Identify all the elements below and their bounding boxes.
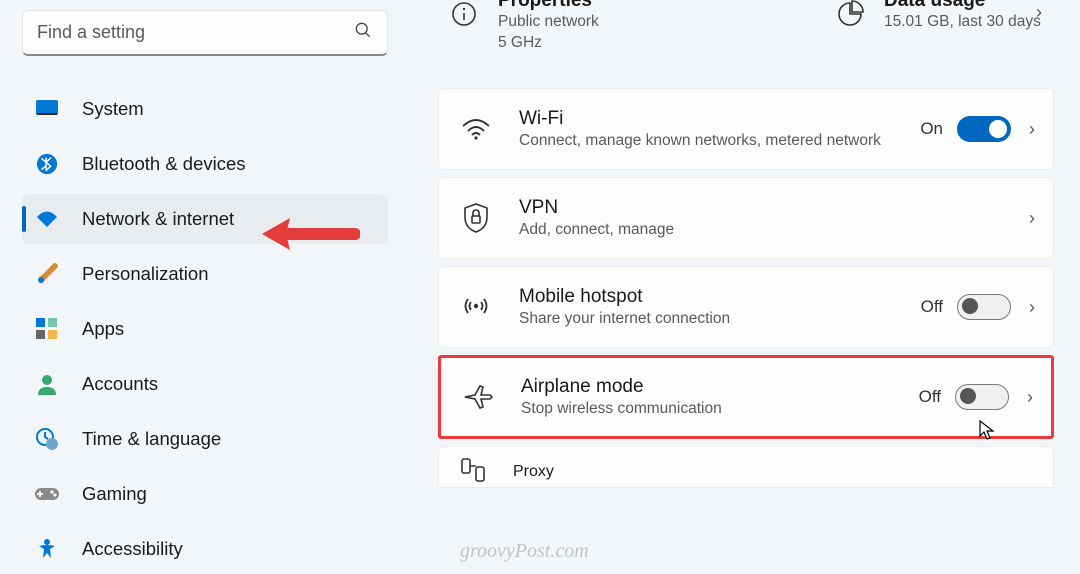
sidebar-item-bluetooth[interactable]: Bluetooth & devices <box>22 139 388 189</box>
chevron-right-icon[interactable]: › <box>1036 2 1042 23</box>
card-subtitle: Add, connect, manage <box>519 221 1029 239</box>
card-title: Wi-Fi <box>519 108 920 130</box>
search-icon <box>353 20 373 45</box>
data-usage-summary[interactable]: Data usage 15.01 GB, last 30 days <box>824 0 1054 70</box>
brush-icon <box>34 261 60 287</box>
data-usage-title: Data usage <box>884 0 1041 12</box>
sidebar-item-accounts[interactable]: Accounts <box>22 359 388 409</box>
sidebar-item-accessibility[interactable]: Accessibility <box>22 524 388 574</box>
toggle-state: Off <box>919 387 941 407</box>
sidebar-item-time[interactable]: Time & language <box>22 414 388 464</box>
airplane-toggle[interactable] <box>955 384 1009 410</box>
accessibility-icon <box>34 536 60 562</box>
apps-icon <box>34 316 60 342</box>
properties-summary[interactable]: Properties Public network 5 GHz <box>438 0 824 70</box>
card-subtitle: Connect, manage known networks, metered … <box>519 132 920 150</box>
toggle-state: On <box>920 119 943 139</box>
person-icon <box>34 371 60 397</box>
card-title: Proxy <box>513 463 554 481</box>
sidebar-item-label: Bluetooth & devices <box>82 153 246 175</box>
sidebar-item-label: Accessibility <box>82 538 183 560</box>
sidebar-item-label: Gaming <box>82 483 147 505</box>
watermark: groovyPost.com <box>460 540 589 563</box>
wifi-toggle[interactable] <box>957 116 1011 142</box>
chevron-right-icon[interactable]: › <box>1029 297 1035 318</box>
sidebar-item-network[interactable]: Network & internet <box>22 194 388 244</box>
card-wifi[interactable]: Wi-Fi Connect, manage known networks, me… <box>438 88 1054 170</box>
sidebar-item-label: Personalization <box>82 263 209 285</box>
main-panel: Properties Public network 5 GHz Data usa… <box>398 0 1080 569</box>
sidebar-item-label: Network & internet <box>82 208 234 230</box>
shield-icon <box>459 202 493 234</box>
pie-chart-icon <box>834 0 866 30</box>
hotspot-toggle[interactable] <box>957 294 1011 320</box>
bluetooth-icon <box>34 151 60 177</box>
wifi-icon <box>34 206 60 232</box>
card-subtitle: Share your internet connection <box>519 310 921 328</box>
card-airplane-mode[interactable]: Airplane mode Stop wireless communicatio… <box>438 355 1054 439</box>
card-hotspot[interactable]: Mobile hotspot Share your internet conne… <box>438 266 1054 348</box>
info-icon <box>448 0 480 30</box>
sidebar-item-apps[interactable]: Apps <box>22 304 388 354</box>
properties-title: Properties <box>498 0 599 12</box>
sidebar-item-label: System <box>82 98 144 120</box>
sidebar-item-system[interactable]: System <box>22 84 388 134</box>
properties-sub2: 5 GHz <box>498 33 599 54</box>
clock-globe-icon <box>34 426 60 452</box>
chevron-right-icon[interactable]: › <box>1029 119 1035 140</box>
hotspot-icon <box>459 293 493 321</box>
card-title: Airplane mode <box>521 376 919 398</box>
sidebar: System Bluetooth & devices Network & int… <box>0 0 398 569</box>
sidebar-item-gaming[interactable]: Gaming <box>22 469 388 519</box>
system-icon <box>34 96 60 122</box>
card-proxy[interactable]: Proxy <box>438 446 1054 488</box>
sidebar-item-label: Accounts <box>82 373 158 395</box>
cursor-icon <box>979 420 997 447</box>
card-vpn[interactable]: VPN Add, connect, manage › <box>438 177 1054 259</box>
sidebar-nav: System Bluetooth & devices Network & int… <box>22 84 388 574</box>
card-subtitle: Stop wireless communication <box>521 400 919 418</box>
search-input-container[interactable] <box>22 10 388 56</box>
sidebar-item-label: Time & language <box>82 428 221 450</box>
card-title: VPN <box>519 197 1029 219</box>
card-title: Mobile hotspot <box>519 286 921 308</box>
sidebar-item-personalization[interactable]: Personalization <box>22 249 388 299</box>
wifi-icon <box>459 116 493 142</box>
chevron-right-icon[interactable]: › <box>1027 387 1033 408</box>
properties-sub1: Public network <box>498 12 599 33</box>
top-summary-row: Properties Public network 5 GHz Data usa… <box>438 0 1054 70</box>
data-usage-sub: 15.01 GB, last 30 days <box>884 12 1041 33</box>
toggle-state: Off <box>921 297 943 317</box>
chevron-right-icon[interactable]: › <box>1029 208 1035 229</box>
sidebar-item-label: Apps <box>82 318 124 340</box>
airplane-icon <box>461 382 495 412</box>
search-input[interactable] <box>37 22 353 43</box>
gamepad-icon <box>34 481 60 507</box>
proxy-icon <box>459 456 487 489</box>
